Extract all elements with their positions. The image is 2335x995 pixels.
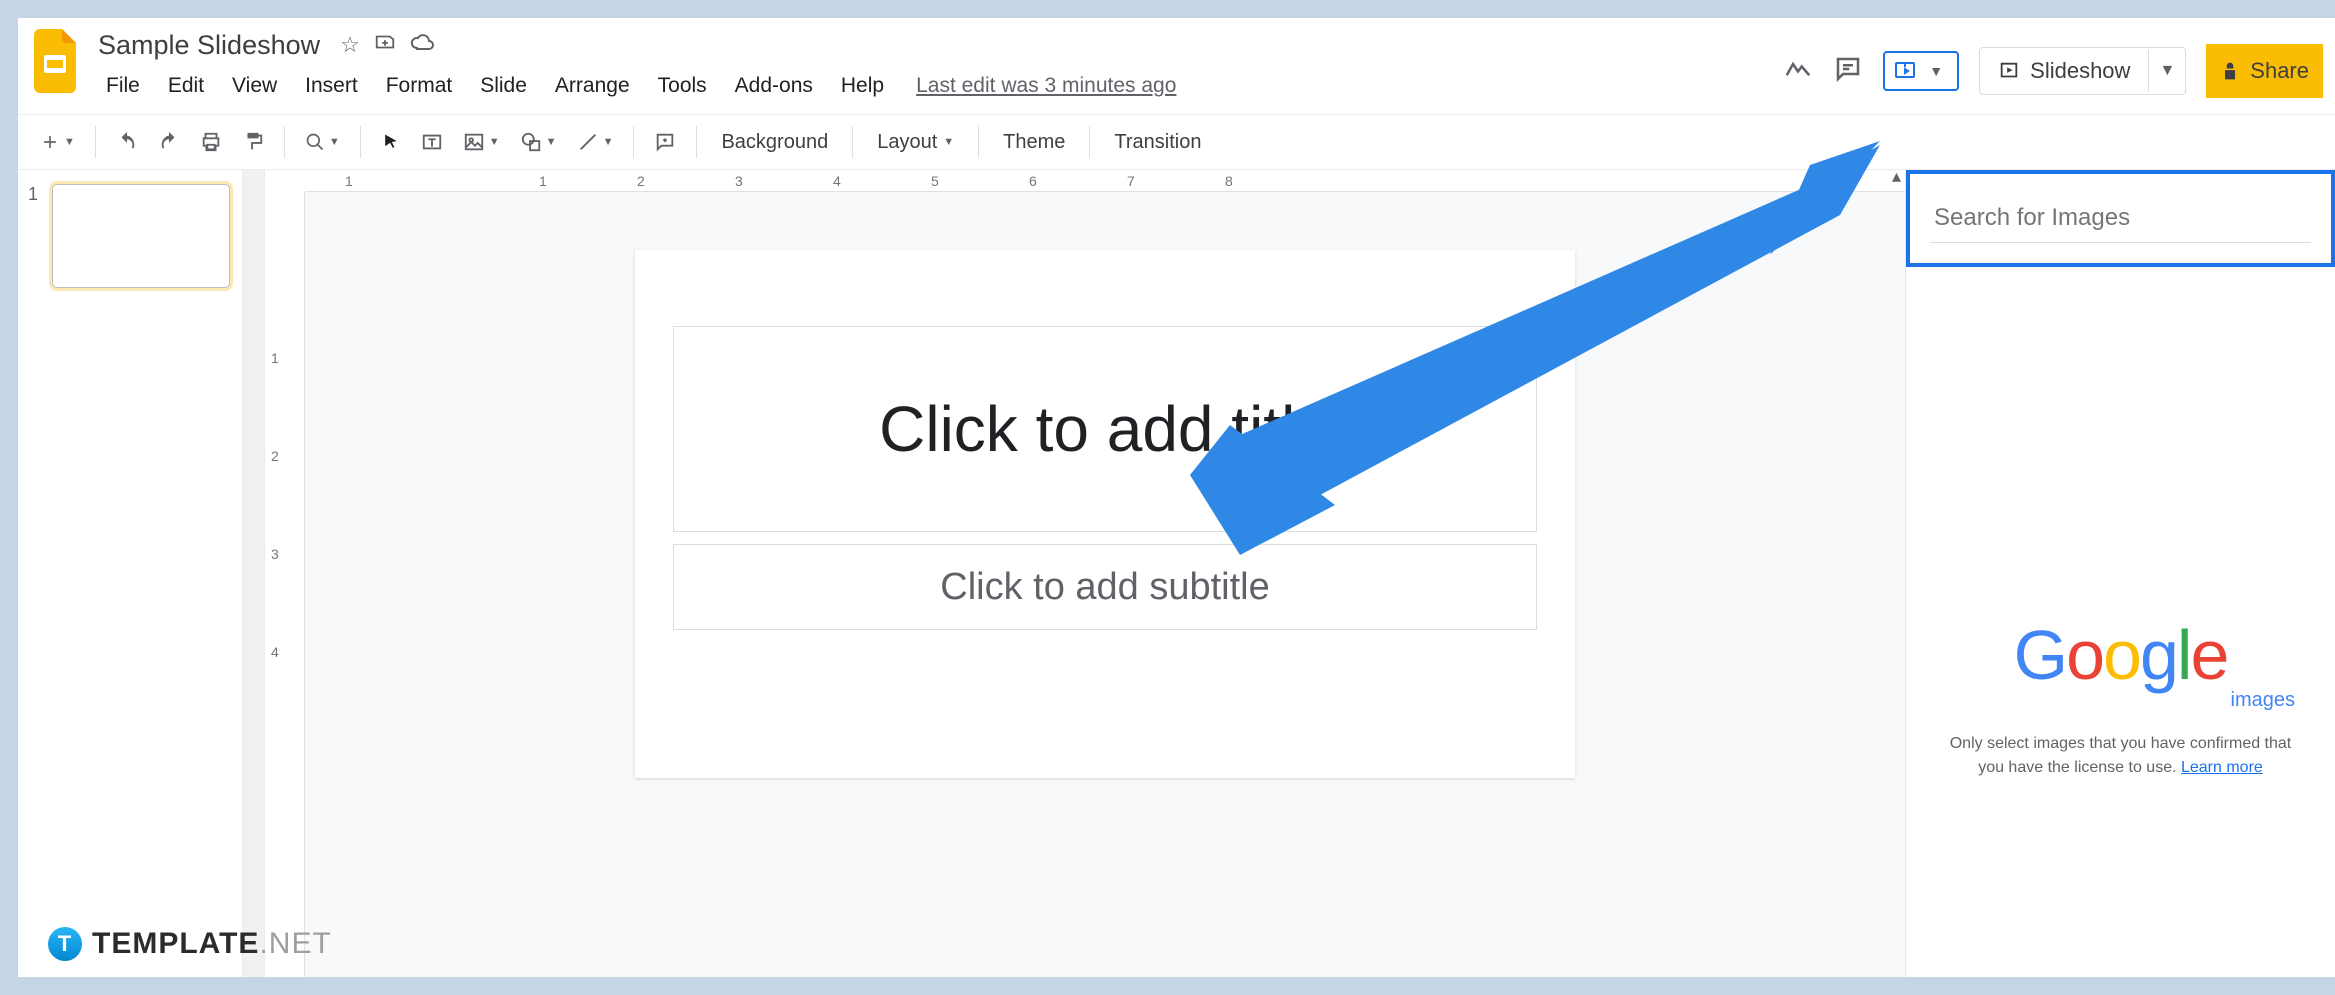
background-button[interactable]: Background — [709, 125, 840, 160]
image-search-input[interactable] — [1930, 194, 2311, 243]
toolbar: ▼ ▼ ▼ ▼ ▼ Background Layout▼ Theme Trans… — [18, 114, 2335, 170]
separator — [1089, 126, 1090, 158]
subtitle-placeholder-text: Click to add subtitle — [940, 566, 1270, 609]
slide-number: 1 — [28, 184, 44, 288]
slideshow-caret-icon[interactable]: ▼ — [2148, 50, 2185, 92]
separator — [978, 126, 979, 158]
shape-tool[interactable]: ▼ — [512, 125, 565, 159]
menu-slide[interactable]: Slide — [466, 68, 541, 104]
slideshow-button[interactable]: Slideshow — [1980, 48, 2148, 94]
cloud-status-icon[interactable] — [410, 30, 434, 60]
separator — [633, 126, 634, 158]
license-note: Only select images that you have confirm… — [1936, 732, 2305, 780]
paint-format-button[interactable] — [234, 125, 272, 159]
share-label: Share — [2250, 58, 2309, 84]
watermark: T TEMPLATE.NET — [48, 927, 332, 961]
separator — [696, 126, 697, 158]
google-images-logo: Google — [2014, 615, 2228, 695]
menu-addons[interactable]: Add-ons — [721, 68, 827, 104]
star-icon[interactable]: ☆ — [340, 32, 360, 58]
vertical-ruler: 1 2 3 4 — [265, 192, 305, 977]
menu-format[interactable]: Format — [372, 68, 467, 104]
separator — [360, 126, 361, 158]
filmstrip-scrollbar[interactable] — [243, 170, 265, 977]
redo-button[interactable] — [150, 125, 188, 159]
present-button[interactable]: ▼ — [1883, 51, 1959, 91]
comments-icon[interactable] — [1833, 54, 1863, 89]
activity-icon[interactable] — [1783, 54, 1813, 89]
share-button[interactable]: Share — [2206, 44, 2323, 98]
menu-edit[interactable]: Edit — [154, 68, 218, 104]
collapse-panel-icon[interactable]: ▴ — [1892, 166, 1901, 187]
canvas-area: 1 1 2 3 4 5 6 7 8 1 2 3 4 Click to add t… — [265, 170, 1905, 977]
move-icon[interactable] — [374, 31, 396, 59]
menu-bar: File Edit View Insert Format Slide Arran… — [92, 66, 1783, 106]
doc-title[interactable]: Sample Slideshow — [92, 28, 326, 63]
line-tool[interactable]: ▼ — [569, 125, 622, 159]
menu-help[interactable]: Help — [827, 68, 898, 104]
image-tool[interactable]: ▼ — [455, 125, 508, 159]
menu-insert[interactable]: Insert — [291, 68, 372, 104]
menu-tools[interactable]: Tools — [644, 68, 721, 104]
menu-file[interactable]: File — [92, 68, 154, 104]
textbox-tool[interactable] — [413, 125, 451, 159]
slideshow-label: Slideshow — [2030, 58, 2130, 84]
undo-button[interactable] — [108, 125, 146, 159]
last-edit-link[interactable]: Last edit was 3 minutes ago — [916, 74, 1176, 98]
menu-view[interactable]: View — [218, 68, 291, 104]
learn-more-link[interactable]: Learn more — [2181, 759, 2263, 776]
menu-arrange[interactable]: Arrange — [541, 68, 644, 104]
watermark-badge-icon: T — [48, 927, 82, 961]
separator — [95, 126, 96, 158]
slide-thumbnail-1[interactable] — [52, 184, 230, 288]
separator — [284, 126, 285, 158]
slide-canvas[interactable]: Click to add title Click to add subtitle — [635, 250, 1575, 778]
layout-button[interactable]: Layout▼ — [865, 125, 966, 160]
slides-logo[interactable] — [30, 26, 82, 96]
print-button[interactable] — [192, 125, 230, 159]
google-images-sublabel: images — [2231, 689, 2295, 712]
new-slide-button[interactable]: ▼ — [32, 126, 83, 158]
filmstrip: 1 — [18, 170, 243, 977]
zoom-button[interactable]: ▼ — [297, 126, 348, 158]
horizontal-ruler: 1 1 2 3 4 5 6 7 8 — [305, 170, 1905, 192]
comment-button[interactable] — [646, 125, 684, 159]
title-placeholder[interactable]: Click to add title — [673, 326, 1537, 532]
present-caret-icon[interactable]: ▼ — [1923, 63, 1949, 79]
subtitle-placeholder[interactable]: Click to add subtitle — [673, 544, 1537, 630]
separator — [852, 126, 853, 158]
select-tool[interactable] — [373, 126, 409, 158]
transition-button[interactable]: Transition — [1102, 125, 1213, 160]
explore-sidepanel: ▴ Google images Only select images that … — [1905, 170, 2335, 977]
image-search-highlight — [1906, 170, 2335, 267]
theme-button[interactable]: Theme — [991, 125, 1077, 160]
title-placeholder-text: Click to add title — [879, 392, 1331, 466]
